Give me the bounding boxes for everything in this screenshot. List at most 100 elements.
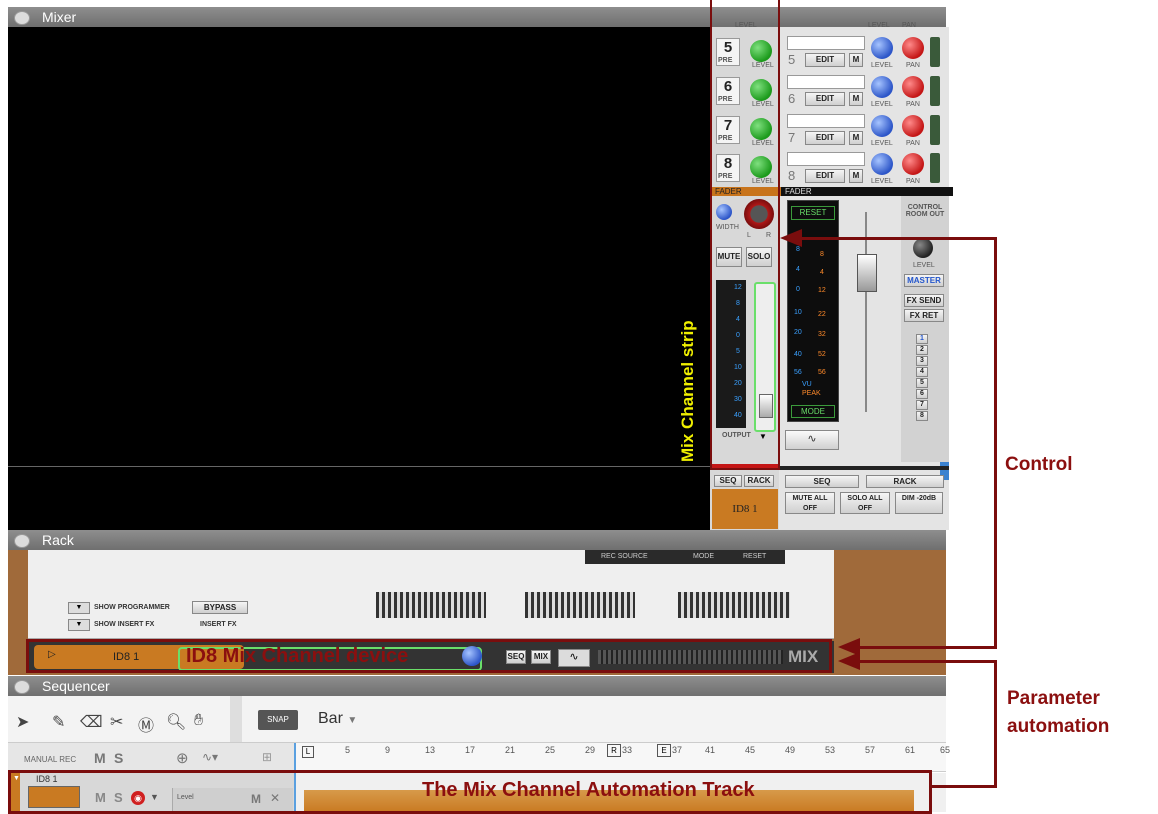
control-room-knob[interactable] xyxy=(913,238,933,258)
master-fader-handle[interactable] xyxy=(857,254,877,292)
end-marker[interactable]: E xyxy=(657,744,671,757)
channel-select-button[interactable]: 7 xyxy=(916,400,928,410)
send-number: 7 xyxy=(723,117,733,134)
fx-name-field[interactable] xyxy=(787,114,865,128)
fx-ret-button[interactable]: FX RET xyxy=(904,309,944,322)
add-track-icon[interactable]: ⊕ xyxy=(176,749,189,767)
control-room-section: CONTROL ROOM OUT LEVEL MASTER FX SEND FX… xyxy=(901,196,949,462)
pre-button[interactable]: PRE xyxy=(718,173,732,180)
fx-level-knob[interactable] xyxy=(871,37,893,59)
manual-rec-label[interactable]: MANUAL REC xyxy=(24,755,76,764)
snap-button[interactable]: SNAP xyxy=(258,710,298,730)
show-insert-fx-toggle[interactable]: ▼ xyxy=(68,619,90,631)
timeline-ruler[interactable] xyxy=(296,743,946,772)
ruler-bar-number: 65 xyxy=(940,745,951,755)
send-number: 8 xyxy=(723,155,733,172)
ruler-bar-number: 25 xyxy=(545,745,556,755)
channel-select-button[interactable]: 4 xyxy=(916,367,928,377)
mute-tool-icon[interactable]: Ⓜ xyxy=(138,712,154,736)
fx-name-field[interactable] xyxy=(787,152,865,166)
mute-fx-button[interactable]: M xyxy=(849,53,863,67)
send-level-knob[interactable] xyxy=(750,40,772,62)
bypass-button[interactable]: BYPASS xyxy=(192,601,248,614)
send-level-knob[interactable] xyxy=(750,118,772,140)
dropdown-arrow-icon[interactable]: ▼ xyxy=(759,432,767,441)
fx-level-knob[interactable] xyxy=(871,115,893,137)
show-programmer-toggle[interactable]: ▼ xyxy=(68,602,90,614)
fx-send-button[interactable]: FX SEND xyxy=(904,294,944,307)
seq-button[interactable]: SEQ xyxy=(714,475,742,487)
mode-button[interactable]: MODE xyxy=(791,405,835,418)
mute-all-off-button[interactable]: MUTE ALL OFF xyxy=(785,492,835,514)
edit-button[interactable]: EDIT xyxy=(805,169,845,183)
fx-pan-knob[interactable] xyxy=(902,37,924,59)
channel-name-label[interactable]: ID8 1 xyxy=(712,489,778,529)
rack-button[interactable]: RACK xyxy=(744,475,774,487)
channel-select-button[interactable]: 5 xyxy=(916,378,928,388)
fx-name-field[interactable] xyxy=(787,75,865,89)
magnify-tool-icon[interactable]: 🔍︎ xyxy=(166,712,186,732)
fx-level-knob[interactable] xyxy=(871,153,893,175)
channel-select-button[interactable]: 3 xyxy=(916,356,928,366)
collapse-icon[interactable] xyxy=(14,11,30,25)
send-level-knob[interactable] xyxy=(750,79,772,101)
fx-pan-knob[interactable] xyxy=(902,76,924,98)
edit-button[interactable]: EDIT xyxy=(805,131,845,145)
master-button[interactable]: MASTER xyxy=(904,274,944,287)
mute-fx-button[interactable]: M xyxy=(849,92,863,106)
solo-button[interactable]: SOLO xyxy=(746,247,772,267)
solo-all-off-button[interactable]: SOLO ALL OFF xyxy=(840,492,890,514)
param-arrow-icon xyxy=(838,652,860,670)
eraser-tool-icon[interactable]: ⌫ xyxy=(80,712,103,732)
pre-button[interactable]: PRE xyxy=(718,96,732,103)
channel-fader[interactable] xyxy=(754,282,776,432)
mute-fx-button[interactable]: M xyxy=(849,131,863,145)
dim-button[interactable]: DIM -20dB xyxy=(895,492,943,514)
pointer-tool-icon[interactable]: ➤ xyxy=(16,712,29,732)
control-line xyxy=(802,237,996,240)
left-locator[interactable]: L xyxy=(302,746,314,758)
channel-select-button[interactable]: 8 xyxy=(916,411,928,421)
master-mute-button[interactable]: M xyxy=(94,750,106,766)
vent-grille xyxy=(525,592,635,618)
fader-handle[interactable] xyxy=(759,394,773,418)
fx-level-knob[interactable] xyxy=(871,76,893,98)
master-solo-button[interactable]: S xyxy=(114,750,123,766)
fx-pan-knob[interactable] xyxy=(902,115,924,137)
fx-pan-knob[interactable] xyxy=(902,153,924,175)
mute-fx-button[interactable]: M xyxy=(849,169,863,183)
snap-value-select[interactable]: Bar ▼ xyxy=(318,710,357,728)
meter-tick: 10 xyxy=(794,309,802,316)
channel-select-button[interactable]: 6 xyxy=(916,389,928,399)
pre-button[interactable]: PRE xyxy=(718,135,732,142)
led-indicator xyxy=(930,37,940,67)
ruler-bar-number: 57 xyxy=(865,745,876,755)
pencil-tool-icon[interactable]: ✎ xyxy=(52,712,65,732)
meter-tick: 10 xyxy=(734,364,742,371)
automation-icon[interactable]: ∿ xyxy=(785,430,839,450)
collapse-icon[interactable] xyxy=(14,534,30,548)
grid-icon[interactable]: ⊞ xyxy=(262,750,272,764)
edit-button[interactable]: EDIT xyxy=(805,53,845,67)
pan-knob[interactable] xyxy=(744,199,774,229)
rack-all-button[interactable]: RACK xyxy=(866,475,944,488)
mute-button[interactable]: MUTE xyxy=(716,247,742,267)
channel-select-button[interactable]: 2 xyxy=(916,345,928,355)
pre-button[interactable]: PRE xyxy=(718,57,732,64)
edit-button[interactable]: EDIT xyxy=(805,92,845,106)
send-level-knob[interactable] xyxy=(750,156,772,178)
mixer-black-area xyxy=(8,27,710,530)
channel-select-button[interactable]: 1 xyxy=(916,334,928,344)
razor-tool-icon[interactable]: ✂ xyxy=(110,712,123,732)
fader-header: FADER xyxy=(781,187,953,196)
level-label: LEVEL xyxy=(735,22,757,29)
right-locator[interactable]: R xyxy=(607,744,621,757)
fx-name-field[interactable] xyxy=(787,36,865,50)
automation-menu-icon[interactable]: ∿▾ xyxy=(202,750,218,764)
sequencer-title: Sequencer xyxy=(42,678,110,694)
hand-tool-icon[interactable]: ✋︎ xyxy=(194,712,203,730)
width-knob[interactable] xyxy=(716,204,732,220)
collapse-icon[interactable] xyxy=(14,680,30,694)
seq-all-button[interactable]: SEQ xyxy=(785,475,859,488)
reset-button[interactable]: RESET xyxy=(791,206,835,220)
